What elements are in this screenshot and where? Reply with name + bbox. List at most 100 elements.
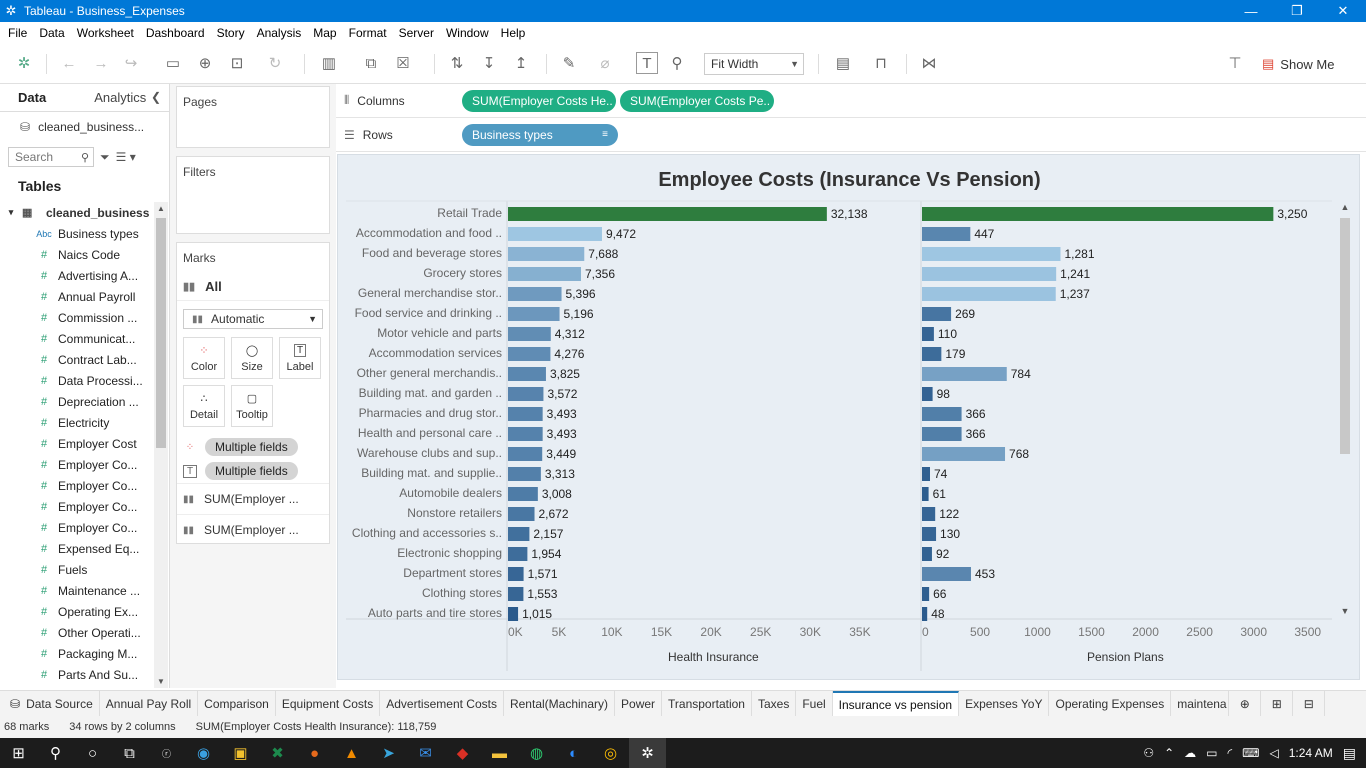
fit-dropdown[interactable]: Fit Width ▼ (704, 53, 804, 75)
excel-icon[interactable]: ✖ (259, 738, 296, 768)
scroll-up-icon[interactable]: ▲ (1337, 202, 1353, 212)
field-item[interactable]: # Naics Code (0, 244, 152, 265)
field-item[interactable]: # Employer Co... (0, 496, 152, 517)
field-item[interactable]: # Expensed Eq... (0, 538, 152, 559)
color-field-pill[interactable]: Multiple fields (205, 438, 298, 456)
field-item[interactable]: # Employer Cost (0, 433, 152, 454)
telegram-icon[interactable]: ➤ (370, 738, 407, 768)
scroll-down-icon[interactable]: ▼ (1337, 606, 1353, 616)
field-item[interactable]: # Annual Payroll (0, 286, 152, 307)
presentation-mode-icon[interactable]: ⊓ (870, 52, 892, 74)
menu-map[interactable]: Map (309, 26, 344, 40)
field-item[interactable]: # Operating Ex... (0, 601, 152, 622)
tab-analytics[interactable]: Analytics (76, 90, 146, 111)
menu-format[interactable]: Format (345, 26, 395, 40)
filters-card[interactable]: Filters (176, 156, 330, 234)
field-item[interactable]: # Electricity (0, 412, 152, 433)
acrobat-icon[interactable]: ◆ (444, 738, 481, 768)
rows-shelf[interactable]: ☰ Rows Business types ≡ (336, 118, 1366, 152)
field-item[interactable]: # Advertising A... (0, 265, 152, 286)
menu-dashboard[interactable]: Dashboard (142, 26, 213, 40)
sheet-tab[interactable]: Taxes (752, 690, 797, 717)
data-source-tab[interactable]: ⛁ Data Source (0, 690, 100, 717)
datasource-item[interactable]: ⛁ cleaned_business... (0, 112, 169, 142)
people-icon[interactable]: ⚇ (1143, 746, 1154, 760)
field-item[interactable]: # Other Operati... (0, 622, 152, 643)
sheet-tab[interactable]: Power (615, 690, 663, 717)
marks-all-row[interactable]: ▮▮ All (177, 273, 329, 301)
cortana-icon[interactable]: ○ (74, 738, 111, 768)
mail-icon[interactable]: ✉ (407, 738, 444, 768)
edge-icon[interactable]: ◉ (185, 738, 222, 768)
label-field-pill[interactable]: Multiple fields (205, 462, 298, 480)
save-icon[interactable]: ▭ (162, 52, 184, 74)
mark-type-dropdown[interactable]: ▮▮ Automatic ▼ (183, 309, 323, 329)
new-story-icon[interactable]: ⊟ (1293, 690, 1326, 717)
share-icon[interactable]: ⋈ (918, 52, 940, 74)
detail-button[interactable]: ∴ Detail (183, 385, 225, 427)
keyboard-icon[interactable]: ⌨ (1242, 746, 1259, 760)
field-item[interactable]: # Employer Co... (0, 454, 152, 475)
duplicate-sheet-icon[interactable]: ⧉ (360, 52, 382, 74)
scroll-thumb[interactable] (1340, 218, 1350, 454)
start-icon[interactable]: ⊞ (0, 738, 37, 768)
menu-file[interactable]: File (4, 26, 35, 40)
battery-icon[interactable]: ▭ (1206, 746, 1217, 760)
scroll-thumb[interactable] (156, 218, 166, 448)
columns-shelf[interactable]: ⦀ Columns SUM(Employer Costs He.. SUM(Emp… (336, 84, 1366, 118)
menu-worksheet[interactable]: Worksheet (73, 26, 142, 40)
size-button[interactable]: ◯ Size (231, 337, 273, 379)
field-item[interactable]: # Depreciation ... (0, 391, 152, 412)
group-icon[interactable]: ⌀ (594, 52, 616, 74)
field-item[interactable]: # Packaging M... (0, 643, 152, 664)
menu-server[interactable]: Server (395, 26, 442, 40)
show-labels-icon[interactable]: T (636, 52, 658, 74)
sheet-tab[interactable]: Advertisement Costs (380, 690, 504, 717)
wifi-icon[interactable]: ◜ (1228, 746, 1233, 760)
scroll-down-icon[interactable]: ▼ (154, 677, 168, 686)
columns-pill-pension[interactable]: SUM(Employer Costs Pe.. (620, 89, 774, 112)
columns-pill-health[interactable]: SUM(Employer Costs He.. (462, 89, 616, 112)
sheet-tab[interactable]: Transportation (662, 690, 752, 717)
filter-icon[interactable]: ⏷ (100, 150, 110, 165)
tableau-taskbar-icon[interactable]: ✲ (629, 738, 666, 768)
sheet-tab[interactable]: Comparison (198, 690, 276, 717)
pause-updates-icon[interactable]: ⊡ (226, 52, 248, 74)
new-worksheet-icon[interactable]: ▥ (318, 52, 340, 74)
rows-pill-business-types[interactable]: Business types ≡ (462, 123, 618, 146)
undo-icon[interactable]: ← (58, 52, 80, 74)
sheet-tab[interactable]: Expenses YoY (959, 690, 1050, 717)
sheet-tab[interactable]: Insurance vs pension (832, 690, 960, 717)
color-button[interactable]: ⁘ Color (183, 337, 225, 379)
chrome-icon[interactable]: ◎ (592, 738, 629, 768)
tableau-logo-icon[interactable]: ✲ (13, 52, 35, 74)
viz-scrollbar[interactable]: ▲ ▼ (1337, 202, 1353, 616)
swap-icon[interactable]: ⇅ (446, 52, 468, 74)
vlc-icon[interactable]: ▲ (333, 738, 370, 768)
sheet-tab[interactable]: Equipment Costs (276, 690, 381, 717)
replay-icon[interactable]: ↪ (120, 52, 142, 74)
sheet-tab[interactable]: Annual Pay Roll (100, 690, 199, 717)
sheet-tab[interactable]: Rental(Machinary) (504, 690, 616, 717)
notifications-icon[interactable]: ▤ (1343, 745, 1356, 762)
label-button[interactable]: T Label (279, 337, 321, 379)
search-input[interactable]: Search ⚲ (8, 147, 94, 167)
field-item[interactable]: Abc Business types (0, 223, 152, 244)
highlight-icon[interactable]: ✎ (558, 52, 580, 74)
field-item[interactable]: # Communicat... (0, 328, 152, 349)
menu-story[interactable]: Story (213, 26, 253, 40)
clock[interactable]: 1:24 AM (1289, 746, 1333, 760)
tooltip-button[interactable]: ▢ Tooltip (231, 385, 273, 427)
new-worksheet-icon[interactable]: ⊕ (1229, 690, 1262, 717)
whatsapp-icon[interactable]: ◍ (518, 738, 555, 768)
collapse-pane-icon[interactable]: ❮ (151, 90, 161, 104)
chevron-up-icon[interactable]: ⌃ (1164, 746, 1174, 760)
field-item[interactable]: # Commission ... (0, 307, 152, 328)
onedrive-icon[interactable]: ☁ (1184, 746, 1196, 760)
search-icon[interactable]: ⚲ (37, 738, 74, 768)
menu-data[interactable]: Data (35, 26, 72, 40)
firefox-icon[interactable]: ● (296, 738, 333, 768)
tab-data[interactable]: Data (0, 90, 46, 111)
measure-tab-pension[interactable]: ▮▮ SUM(Employer ... (177, 514, 329, 545)
field-item[interactable]: # Parts And Su... (0, 664, 152, 685)
